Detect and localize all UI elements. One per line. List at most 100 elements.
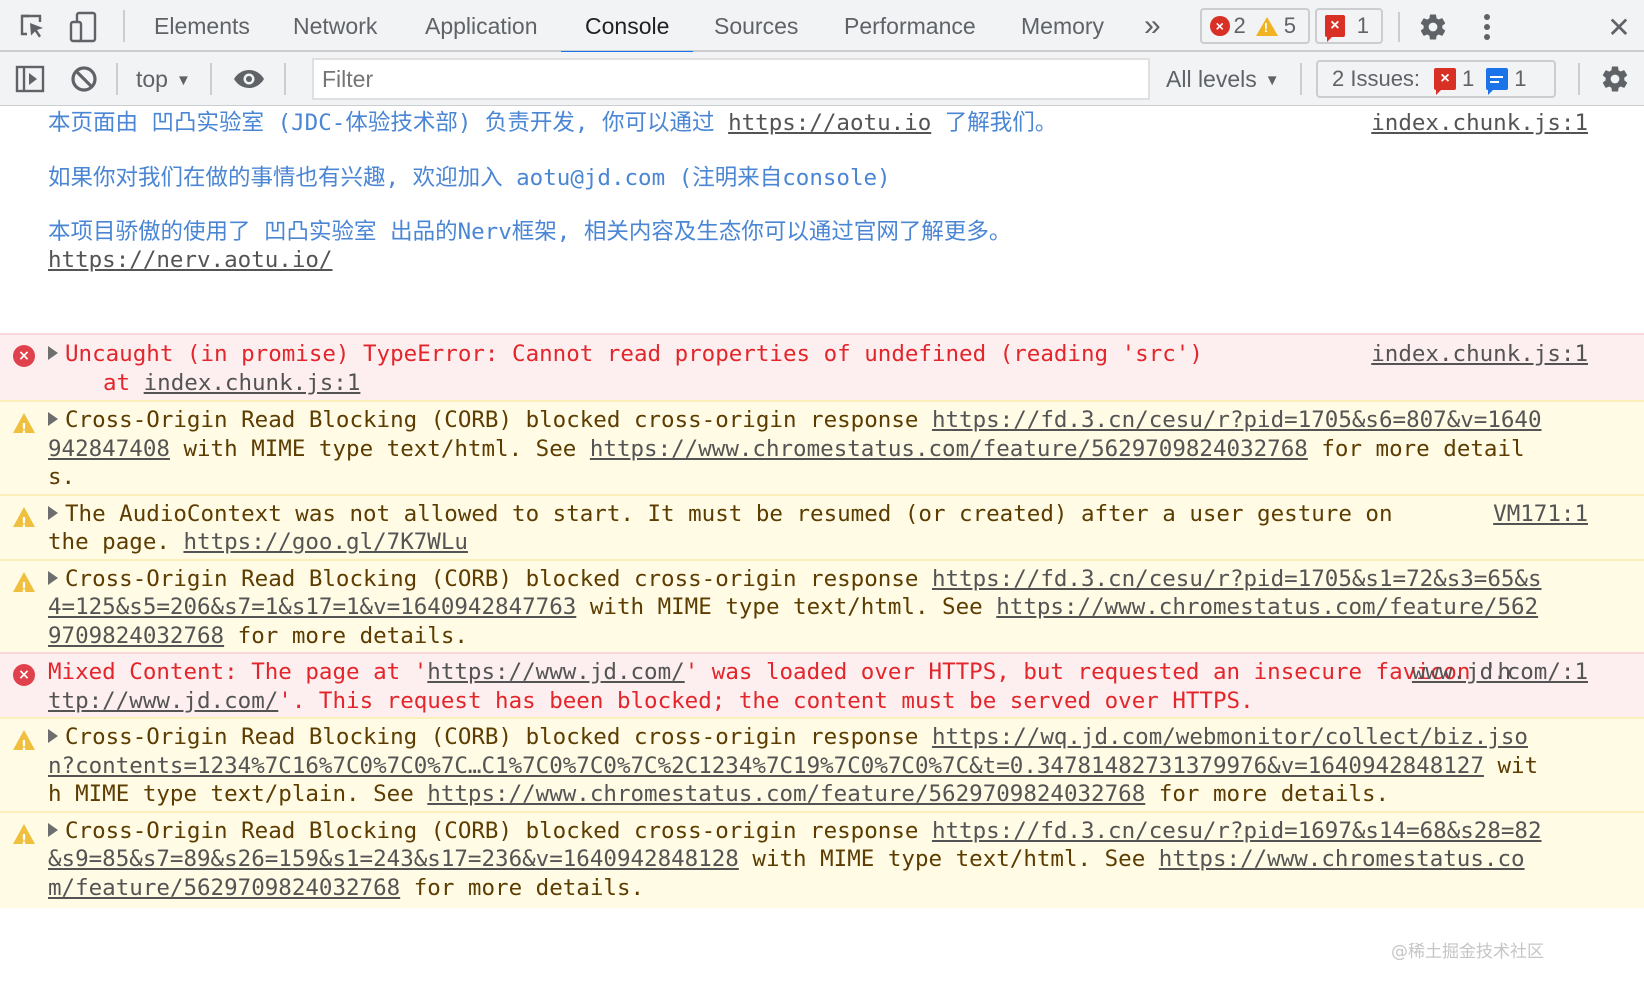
warning-text: Cross-Origin Read Blocking (CORB) blocke…: [48, 723, 1544, 809]
info-line: 如果你对我们在做的事情也有兴趣, 欢迎加入 aotu@jd.com (注明来自c…: [48, 164, 891, 191]
expand-triangle-icon[interactable]: [48, 822, 58, 837]
log-levels-value: All levels: [1166, 66, 1257, 92]
warning-icon: [13, 571, 35, 603]
warning-message: Cross-Origin Read Blocking (CORB) blocke…: [65, 724, 932, 750]
warning-message: Cross-Origin Read Blocking (CORB) blocke…: [65, 407, 932, 433]
tab-memory[interactable]: Memory: [1021, 0, 1104, 52]
error-text: Mixed Content: The page at 'https://www.…: [48, 658, 1514, 715]
console-message-error: × index.chunk.js:1 Uncaught (in promise)…: [0, 333, 1644, 400]
more-options-icon[interactable]: [1470, 10, 1504, 44]
watermark: @稀土掘金技术社区: [1391, 941, 1544, 962]
warning-text: Cross-Origin Read Blocking (CORB) blocke…: [48, 565, 1544, 651]
tab-performance[interactable]: Performance: [844, 0, 976, 52]
live-expression-eye-icon[interactable]: [232, 62, 266, 96]
source-link[interactable]: VM171:1: [1493, 500, 1588, 529]
divider: [1398, 12, 1400, 42]
error-message: '. This request has been blocked; the co…: [278, 687, 1254, 714]
console-toolbar: top ▼ All levels ▼ 2 Issues: × 1 1: [0, 52, 1644, 106]
device-toolbar-icon[interactable]: [66, 10, 100, 44]
divider: [210, 63, 212, 95]
info-line: 本页面由 凹凸实验室 (JDC-体验技术部) 负责开发, 你可以通过 https…: [48, 109, 1534, 138]
stack-prefix: at: [103, 369, 144, 396]
error-message: Uncaught (in promise) TypeError: Cannot …: [65, 341, 1203, 367]
issue-error-icon: ×: [1434, 68, 1457, 95]
info-line: https://nerv.aotu.io/: [48, 247, 1534, 273]
caret-down-icon: ▼: [1264, 72, 1280, 89]
stack-link[interactable]: index.chunk.js:1: [144, 370, 361, 396]
console-settings-gear-icon[interactable]: [1598, 62, 1632, 96]
console-message-error: × www.jd.com/:1 Mixed Content: The page …: [0, 652, 1644, 717]
source-link[interactable]: index.chunk.js:1: [1371, 340, 1588, 369]
info-text: 本页面由 凹凸实验室 (JDC-体验技术部) 负责开发, 你可以通过: [48, 110, 729, 136]
clear-console-icon[interactable]: [67, 62, 101, 96]
log-levels-dropdown[interactable]: All levels ▼: [1166, 52, 1280, 106]
close-devtools-icon[interactable]: ✕: [1602, 10, 1636, 44]
divider: [284, 63, 286, 95]
stack-trace: at index.chunk.js:1: [48, 369, 1534, 398]
caret-down-icon: ▼: [175, 72, 191, 89]
warning-message: with MIME type text/html. See: [738, 846, 1159, 872]
context-selector[interactable]: top ▼: [136, 52, 191, 106]
expand-triangle-icon[interactable]: [48, 346, 58, 360]
info-text: 了解我们。: [931, 110, 1058, 136]
divider: [123, 10, 125, 42]
source-link[interactable]: index.chunk.js:1: [1371, 109, 1588, 138]
aotu-link[interactable]: https://aotu.io: [728, 110, 931, 136]
chromestatus-link[interactable]: https://www.chromestatus.com/feature/562…: [590, 436, 1308, 462]
warning-icon: [13, 413, 35, 445]
page-url-link[interactable]: https://www.jd.com/: [427, 659, 684, 685]
warning-message: with MIME type text/html. See: [576, 594, 997, 620]
console-message-warning: Cross-Origin Read Blocking (CORB) blocke…: [0, 558, 1644, 652]
tab-console[interactable]: Console: [560, 0, 694, 54]
tab-sources[interactable]: Sources: [714, 0, 798, 52]
console-message-info: index.chunk.js:1 本页面由 凹凸实验室 (JDC-体验技术部) …: [0, 106, 1644, 333]
error-icon: ×: [13, 345, 35, 367]
issues-counter-button[interactable]: × 1: [1315, 8, 1383, 44]
inspect-element-icon[interactable]: [15, 10, 49, 44]
tab-network[interactable]: Network: [293, 0, 377, 52]
divider: [1300, 63, 1302, 95]
console-message-warning: Cross-Origin Read Blocking (CORB) blocke…: [0, 400, 1644, 494]
divider: [1578, 63, 1580, 95]
tab-elements[interactable]: Elements: [154, 0, 250, 52]
error-icon: ×: [13, 664, 35, 686]
show-sidebar-icon[interactable]: [13, 62, 47, 96]
console-counts-button[interactable]: × 2 5: [1200, 8, 1310, 44]
issues-error-count: 1: [1462, 66, 1475, 91]
issue-info-icon: [1486, 68, 1509, 95]
source-link[interactable]: www.jd.com/:1: [1412, 658, 1588, 687]
error-icon: ×: [1210, 16, 1230, 36]
devtools-tab-bar: Elements Network Application Console Sou…: [0, 0, 1644, 54]
tab-application[interactable]: Application: [425, 0, 538, 52]
goo-gl-link[interactable]: https://goo.gl/7K7WLu: [183, 529, 467, 555]
expand-triangle-icon[interactable]: [48, 505, 58, 520]
expand-triangle-icon[interactable]: [48, 729, 58, 743]
issues-label: 2 Issues:: [1332, 66, 1421, 91]
warning-icon: [1255, 16, 1278, 36]
expand-triangle-icon[interactable]: [48, 570, 58, 585]
warning-text: The AudioContext was not allowed to star…: [48, 500, 1394, 557]
console-message-warning: Cross-Origin Read Blocking (CORB) blocke…: [0, 810, 1644, 908]
issue-error-count: 1: [1356, 13, 1369, 38]
console-message-warning: Cross-Origin Read Blocking (CORB) blocke…: [0, 717, 1644, 811]
warning-message: with MIME type text/html. See: [169, 435, 590, 462]
console-messages: index.chunk.js:1 本页面由 凹凸实验室 (JDC-体验技术部) …: [0, 106, 1644, 988]
more-tabs-icon[interactable]: »: [1144, 0, 1161, 52]
error-text: Uncaught (in promise) TypeError: Cannot …: [48, 340, 1534, 369]
warning-icon: [13, 730, 35, 762]
warning-count: 5: [1283, 13, 1296, 38]
warning-text: Cross-Origin Read Blocking (CORB) blocke…: [48, 406, 1544, 492]
error-count: 2: [1233, 13, 1246, 38]
issue-error-icon: ×: [1325, 15, 1345, 42]
settings-gear-icon[interactable]: [1416, 10, 1450, 44]
expand-triangle-icon[interactable]: [48, 412, 58, 426]
warning-text: Cross-Origin Read Blocking (CORB) blocke…: [48, 817, 1544, 903]
filter-input[interactable]: [312, 58, 1150, 100]
chromestatus-link[interactable]: https://www.chromestatus.com/feature/562…: [427, 781, 1145, 807]
context-value: top: [136, 66, 168, 92]
console-message-warning: VM171:1 The AudioContext was not allowed…: [0, 493, 1644, 559]
nerv-link[interactable]: https://nerv.aotu.io/: [48, 247, 332, 273]
issues-button[interactable]: 2 Issues: × 1 1: [1316, 60, 1556, 98]
